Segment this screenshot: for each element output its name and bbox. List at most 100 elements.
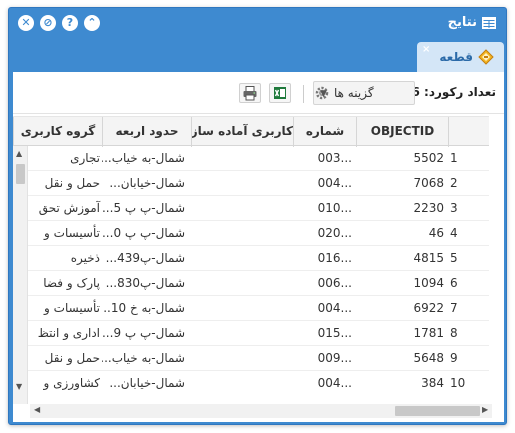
- column-header-hudud[interactable]: حدود اربعه: [102, 117, 191, 147]
- cell-group: تجاری: [70, 151, 100, 165]
- scroll-left-arrow-icon[interactable]: ◀: [34, 405, 40, 414]
- tab-ghete[interactable]: × قطعه: [417, 42, 504, 72]
- cell-shomare: 016...: [317, 251, 352, 265]
- cell-hudud: شمال-پ439...: [105, 251, 185, 265]
- window-title-text: نتایج: [447, 15, 477, 30]
- cell-rownum: 9: [450, 351, 458, 365]
- cell-hudud: شمال-پ پ 0...: [102, 226, 185, 240]
- tab-close-icon[interactable]: ×: [422, 44, 430, 55]
- export-excel-button[interactable]: [269, 83, 291, 103]
- collapse-chevron-icon[interactable]: ⌃: [84, 15, 100, 31]
- cell-shomare: 004...: [317, 176, 352, 190]
- horizontal-scrollbar[interactable]: ◀ ▶: [30, 404, 492, 418]
- options-label: گزینه ها: [334, 86, 374, 100]
- table-row[interactable]: تجاری شمال-به خیاب... 003... 5502 1: [13, 146, 489, 171]
- cell-objectid: 2230: [413, 201, 444, 215]
- table-row[interactable]: تأسیسات و شمال-پ پ 0... 020... 46 4: [13, 221, 489, 246]
- results-panel: تعداد رکورد: 296 ▼ گزینه ها: [13, 72, 504, 422]
- cell-group: ذخیره: [70, 251, 100, 265]
- cell-objectid: 5502: [413, 151, 444, 165]
- table-row[interactable]: حمل و نقل شمال-خیابان... 004... 7068 2: [13, 171, 489, 196]
- window-title: نتایج: [448, 15, 496, 30]
- table-row[interactable]: پارک و فضا شمال-پ830... 006... 1094 6: [13, 271, 489, 296]
- tab-label: قطعه: [439, 50, 473, 64]
- printer-icon: [243, 86, 257, 101]
- cell-objectid: 7068: [413, 176, 444, 190]
- table-header: گروه کاربری حدود اربعه کاربری آماده سازی…: [13, 116, 489, 147]
- cell-objectid: 384: [421, 376, 444, 390]
- column-header-objectid[interactable]: OBJECTID: [356, 117, 448, 147]
- cell-rownum: 3: [450, 201, 458, 215]
- cell-rownum: 4: [450, 226, 458, 240]
- cell-objectid: 6922: [413, 301, 444, 315]
- cell-hudud: شمال-پ پ 9...: [102, 326, 185, 340]
- table-row[interactable]: حمل و نقل شمال-به خیاب... 009... 5648 9: [13, 346, 489, 371]
- cell-group: حمل و نقل: [44, 176, 100, 190]
- window-titlebar: ✕ ⊘ ? ⌃ نتایج: [9, 8, 506, 38]
- cell-hudud: شمال-پ830...: [105, 276, 185, 290]
- window-buttons: ✕ ⊘ ? ⌃: [18, 15, 100, 31]
- help-button[interactable]: ?: [62, 15, 78, 31]
- cell-hudud: شمال-خیابان...: [109, 376, 185, 390]
- table-row[interactable]: تأسیسات و شمال-به خ 10... 004... 6922 7: [13, 296, 489, 321]
- cell-objectid: 1094: [413, 276, 444, 290]
- cell-rownum: 10: [450, 376, 466, 390]
- attribute-table: گروه کاربری حدود اربعه کاربری آماده سازی…: [13, 116, 504, 422]
- cell-objectid: 46: [428, 226, 444, 240]
- table-body: تجاری شمال-به خیاب... 003... 5502 1 حمل …: [13, 146, 489, 395]
- cell-objectid: 4815: [413, 251, 444, 265]
- disable-icon[interactable]: ⊘: [40, 15, 56, 31]
- cell-group: تأسیسات و: [44, 226, 100, 240]
- scroll-up-arrow-icon[interactable]: ▲: [16, 149, 22, 158]
- cell-shomare: 006...: [317, 276, 352, 290]
- vertical-scrollbar[interactable]: ▲ ▼: [13, 146, 28, 404]
- close-window-button[interactable]: ✕: [18, 15, 34, 31]
- scroll-down-arrow-icon[interactable]: ▼: [16, 382, 22, 391]
- excel-icon: [274, 87, 286, 99]
- toolbar-separator: [303, 85, 304, 103]
- table-row[interactable]: ذخیره شمال-پ439... 016... 4815 5: [13, 246, 489, 271]
- column-header-shomare[interactable]: شماره: [293, 117, 356, 147]
- column-header-rownum: [448, 117, 489, 147]
- dropdown-caret-icon: ▼: [320, 89, 327, 99]
- cell-rownum: 8: [450, 326, 458, 340]
- column-header-karbari-amade[interactable]: کاربری آماده سازی: [191, 117, 293, 147]
- layer-diamond-icon: [478, 49, 494, 65]
- cell-group: حمل و نقل: [44, 351, 100, 365]
- cell-shomare: 010...: [317, 201, 352, 215]
- tab-strip: × قطعه: [13, 40, 504, 72]
- cell-shomare: 003...: [317, 151, 352, 165]
- cell-objectid: 1781: [413, 326, 444, 340]
- table-row[interactable]: آموزش تحق شمال-پ پ 5... 010... 2230 3: [13, 196, 489, 221]
- results-window: ✕ ⊘ ? ⌃ نتایج × قطعه تعداد رکورد: ▼ گزین…: [8, 7, 507, 425]
- cell-rownum: 2: [450, 176, 458, 190]
- table-icon: [482, 16, 496, 29]
- cell-hudud: شمال-پ پ 5...: [102, 201, 185, 215]
- cell-objectid: 5648: [413, 351, 444, 365]
- cell-group: پارک و فضا: [43, 276, 100, 290]
- toolbar: تعداد رکورد: 296 ▼ گزینه ها: [13, 72, 504, 114]
- cell-shomare: 004...: [317, 376, 352, 390]
- cell-hudud: شمال-به خ 10...: [102, 301, 185, 315]
- table-row[interactable]: اداری و انتظ شمال-پ پ 9... 015... 1781 8: [13, 321, 489, 346]
- cell-shomare: 009...: [317, 351, 352, 365]
- print-button[interactable]: [239, 83, 261, 103]
- vertical-scroll-thumb[interactable]: [16, 164, 25, 184]
- cell-shomare: 020...: [317, 226, 352, 240]
- cell-group: کشاورزی و: [43, 376, 100, 390]
- cell-rownum: 7: [450, 301, 458, 315]
- cell-group: تأسیسات و: [44, 301, 100, 315]
- cell-hudud: شمال-خیابان...: [109, 176, 185, 190]
- column-header-group[interactable]: گروه کاربری: [13, 117, 102, 147]
- cell-shomare: 004...: [317, 301, 352, 315]
- cell-hudud: شمال-به خیاب...: [102, 151, 185, 165]
- options-dropdown[interactable]: ▼ گزینه ها: [313, 81, 415, 105]
- cell-shomare: 015...: [317, 326, 352, 340]
- cell-rownum: 1: [450, 151, 458, 165]
- cell-group: آموزش تحق: [38, 201, 100, 215]
- horizontal-scroll-thumb[interactable]: [395, 406, 480, 416]
- scroll-right-arrow-icon[interactable]: ▶: [482, 405, 488, 414]
- table-row[interactable]: کشاورزی و شمال-خیابان... 004... 384 10: [13, 371, 489, 395]
- cell-hudud: شمال-به خیاب...: [102, 351, 185, 365]
- cell-rownum: 6: [450, 276, 458, 290]
